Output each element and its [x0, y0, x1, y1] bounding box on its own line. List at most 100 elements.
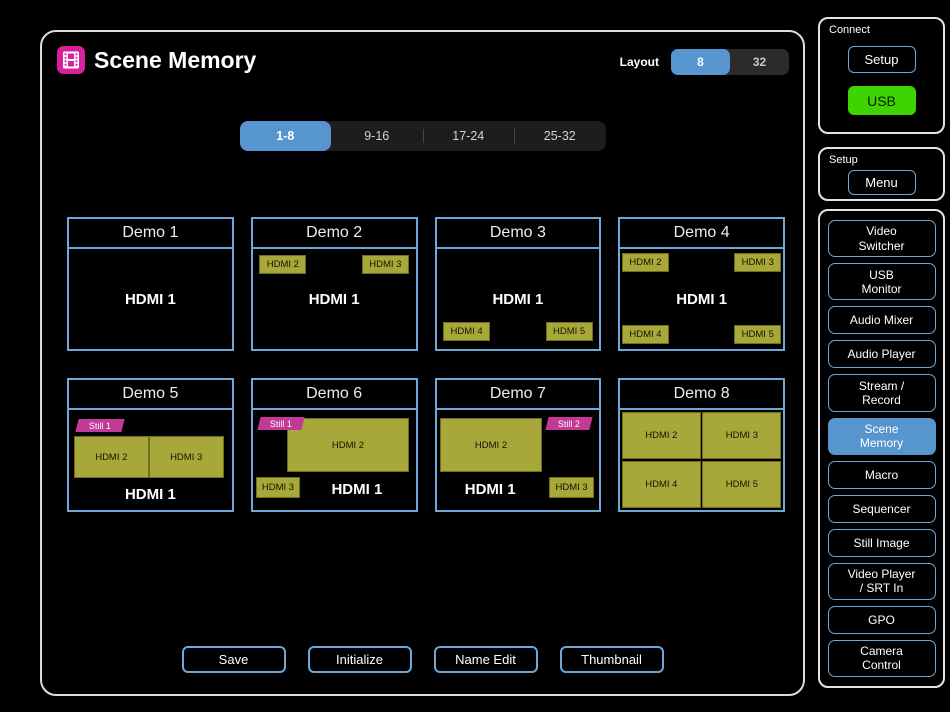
sidebar-item-scene-memory[interactable]: Scene Memory — [827, 417, 936, 455]
source-label-text: HDMI 2 — [629, 257, 662, 268]
source-box: HDMI 2 — [259, 255, 307, 274]
source-label-text: HDMI 3 — [725, 430, 758, 441]
source-label-text: Still 2 — [558, 418, 581, 429]
sidebar-item-sequencer[interactable]: Sequencer — [827, 494, 936, 523]
page-title: Scene Memory — [94, 47, 257, 73]
source-label-text: HDMI 4 — [450, 326, 483, 337]
sidebar-item-video-player-srt-in[interactable]: Video Player / SRT In — [827, 562, 936, 600]
scene-grid: Demo 1 HDMI 1 Demo 2 HDMI 1 HDMI 2 HDMI 3 Demo… — [67, 217, 785, 512]
scene-name: Demo 2 — [252, 219, 416, 249]
layout-option-8[interactable]: 8 — [671, 49, 730, 75]
sidebar-item-stream-record[interactable]: Stream / Record — [827, 374, 936, 412]
setup-section-label: Setup — [829, 154, 858, 166]
connect-setup-button[interactable]: Setup — [847, 46, 916, 73]
source-label-text: HDMI 1 — [331, 480, 383, 498]
source-box: HDMI 4 — [443, 322, 491, 341]
source-label-text: HDMI 3 — [555, 482, 588, 493]
main-source-label: HDMI 1 — [302, 476, 413, 502]
source-box: HDMI 3 — [361, 255, 409, 274]
sidebar-item-camera-control[interactable]: Camera Control — [827, 639, 936, 678]
sidebar-item-usb-monitor[interactable]: USB Monitor — [827, 263, 936, 301]
source-label-text: HDMI 5 — [725, 479, 758, 490]
scene-memory-panel: Scene Memory Layout 8 32 1-8 9-16 17-24 25-3… — [40, 30, 805, 696]
source-box: HDMI 5 — [545, 322, 593, 341]
layout-segmented-control: 8 32 — [671, 49, 789, 75]
save-button[interactable]: Save — [181, 646, 286, 673]
sidebar-item-macro[interactable]: Macro — [827, 460, 936, 489]
scene-preview: HDMI 1 HDMI 4 HDMI 5 — [437, 249, 600, 349]
source-box: HDMI 4 — [621, 325, 670, 344]
source-label-text: HDMI 1 — [464, 480, 516, 498]
scene-name: Demo 5 — [69, 380, 232, 410]
scene-preview: HDMI 2 HDMI 3 HDMI 4 HDMI 5 — [620, 410, 783, 510]
source-box: HDMI 3 — [148, 436, 224, 478]
scene-preview: Still 1 HDMI 2 HDMI 3 HDMI 1 — [69, 410, 232, 510]
connect-section: Connect Setup USB — [818, 17, 945, 134]
connect-section-label: Connect — [829, 24, 870, 36]
thumbnail-button[interactable]: Thumbnail — [559, 646, 664, 673]
scene-name: Demo 3 — [436, 219, 600, 249]
scene-name: Demo 7 — [436, 380, 600, 410]
still-chip: Still 1 — [257, 417, 305, 430]
scene-tile-demo-3[interactable]: Demo 3 HDMI 1 HDMI 4 HDMI 5 — [434, 217, 602, 351]
source-box: HDMI 2 — [621, 253, 670, 272]
scene-tile-demo-5[interactable]: Demo 5 Still 1 HDMI 2 HDMI 3 HDMI 1 — [67, 378, 234, 512]
source-label-text: Still 1 — [88, 420, 111, 431]
source-label-text: HDMI 3 — [741, 257, 774, 268]
still-chip: Still 1 — [75, 419, 125, 432]
sidebar-item-audio-player[interactable]: Audio Player — [827, 340, 936, 369]
source-box: HDMI 3 — [256, 477, 300, 498]
scene-tile-demo-6[interactable]: Demo 6 Still 1 HDMI 2 HDMI 3 HDMI 1 — [250, 378, 418, 512]
scene-name: Demo 6 — [252, 380, 416, 410]
scene-tile-demo-8[interactable]: Demo 8 HDMI 2 HDMI 3 HDMI 4 HDMI 5 — [618, 378, 785, 512]
name-edit-button[interactable]: Name Edit — [433, 646, 538, 673]
source-label-text: HDMI 1 — [492, 290, 544, 308]
footer-buttons: Save Initialize Name Edit Thumbnail — [181, 646, 664, 673]
sidebar-item-video-switcher[interactable]: Video Switcher — [827, 220, 936, 258]
scene-tile-demo-1[interactable]: Demo 1 HDMI 1 — [67, 217, 234, 351]
scene-preview: HDMI 1 HDMI 2 HDMI 3 — [253, 249, 416, 349]
source-box: HDMI 2 — [73, 436, 149, 478]
source-box: HDMI 5 — [702, 461, 782, 508]
source-label-text: HDMI 2 — [95, 451, 128, 463]
main-source-label: HDMI 1 — [69, 480, 232, 508]
source-label-text: HDMI 2 — [474, 439, 508, 451]
layout-option-32[interactable]: 32 — [730, 49, 789, 75]
function-menu: Video Switcher USB Monitor Audio Mixer Audi… — [818, 209, 945, 688]
source-label-text: HDMI 4 — [645, 479, 678, 490]
scene-tile-demo-4[interactable]: Demo 4 HDMI 1 HDMI 2 HDMI 3 HDMI 4 HDMI 5 — [618, 217, 785, 351]
screen: Scene Memory Layout 8 32 1-8 9-16 17-24 25-3… — [0, 0, 950, 712]
usb-button[interactable]: USB — [847, 86, 916, 115]
source-label-text: HDMI 3 — [369, 259, 402, 270]
sidebar-item-audio-mixer[interactable]: Audio Mixer — [827, 306, 936, 335]
sidebar-item-still-image[interactable]: Still Image — [827, 528, 936, 557]
source-label-text: HDMI 5 — [553, 326, 586, 337]
source-box: HDMI 2 — [621, 412, 701, 459]
source-label-text: HDMI 2 — [266, 259, 299, 270]
source-label-text: HDMI 3 — [261, 482, 295, 493]
scene-tile-demo-2[interactable]: Demo 2 HDMI 1 HDMI 2 HDMI 3 — [250, 217, 418, 351]
source-label-text: HDMI 4 — [629, 329, 662, 340]
sidebar-item-gpo[interactable]: GPO — [827, 605, 936, 634]
menu-button[interactable]: Menu — [847, 170, 916, 195]
initialize-button[interactable]: Initialize — [307, 646, 412, 673]
source-label-text: HDMI 1 — [308, 290, 360, 308]
setup-section: Setup Menu — [818, 147, 945, 201]
source-box: HDMI 3 — [548, 477, 595, 498]
scene-preview: Still 1 HDMI 2 HDMI 3 HDMI 1 — [253, 410, 416, 510]
layout-label: Layout — [619, 55, 659, 69]
source-label-text: HDMI 1 — [676, 290, 728, 308]
source-box: HDMI 3 — [734, 253, 782, 272]
source-label-text: HDMI 2 — [331, 439, 365, 451]
tab-17-24[interactable]: 17-24 — [422, 121, 515, 151]
source-label-text: HDMI 5 — [741, 329, 774, 340]
source-label-text: HDMI 1 — [124, 290, 176, 308]
tab-1-8[interactable]: 1-8 — [239, 121, 331, 151]
scene-tile-demo-7[interactable]: Demo 7 HDMI 2 Still 2 HDMI 1 HDMI 3 — [434, 378, 602, 512]
source-label-text: HDMI 2 — [645, 430, 678, 441]
main-source-label: HDMI 1 — [440, 476, 541, 502]
source-box: HDMI 2 — [439, 418, 543, 472]
tab-9-16[interactable]: 9-16 — [331, 121, 423, 151]
tab-25-32[interactable]: 25-32 — [514, 121, 606, 151]
scene-name: Demo 1 — [69, 219, 232, 249]
